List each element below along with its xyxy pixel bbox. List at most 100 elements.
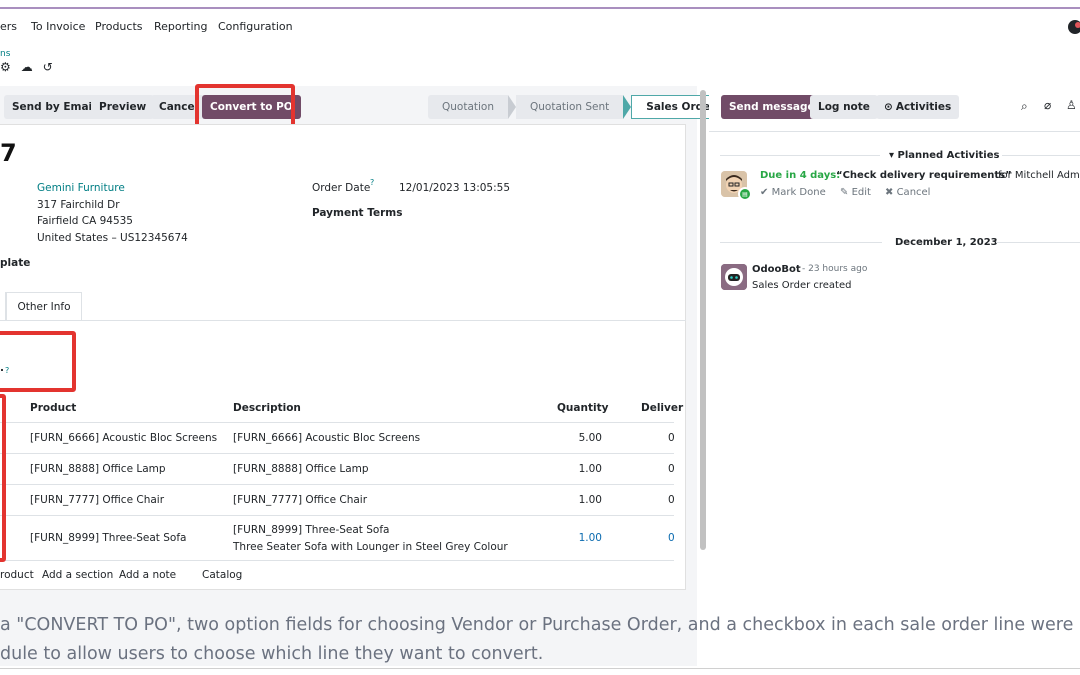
planned-activities-header[interactable]: ▾ Planned Activities — [889, 150, 999, 161]
line-delivered: 0 — [668, 463, 675, 475]
stage-separator — [623, 95, 632, 119]
edit-activity-button[interactable]: ✎ Edit — [840, 187, 871, 198]
send-by-email-button[interactable]: Send by Email — [4, 95, 104, 119]
nav-item-orders[interactable]: ers — [0, 20, 17, 33]
message-time: - 23 hours ago — [802, 264, 868, 274]
top-accent-rule — [0, 7, 1080, 9]
caption-text: a "CONVERT TO PO", two option fields for… — [0, 611, 1073, 669]
breadcrumb-parent[interactable]: ns — [0, 49, 10, 59]
add-note-link[interactable]: Add a note — [119, 569, 176, 581]
pencil-icon: ✎ — [840, 187, 849, 198]
user-avatar[interactable] — [1068, 20, 1080, 34]
customer-street: 317 Fairchild Dr — [37, 199, 120, 211]
chatter-top-divider — [709, 131, 1080, 132]
form-scrollbar[interactable] — [700, 90, 706, 550]
activities-button-label: Activities — [895, 101, 952, 113]
line-delivered: 0 — [668, 432, 675, 444]
check-icon: ✔ — [760, 187, 769, 198]
add-product-link[interactable]: roduct — [0, 569, 34, 581]
date-separator-label: December 1, 2023 — [895, 237, 998, 248]
caption-line-1: a "CONVERT TO PO", two option fields for… — [0, 615, 1074, 635]
stage-quotation[interactable]: Quotation — [428, 95, 509, 119]
preview-button[interactable]: Preview — [91, 95, 155, 119]
line-quantity[interactable]: 1.00 — [560, 494, 602, 506]
order-date-value[interactable]: 12/01/2023 13:05:55 — [399, 182, 510, 194]
cloud-save-icon[interactable]: ☁ — [21, 61, 33, 73]
cross-icon: ✖ — [885, 187, 894, 198]
order-title: 7 — [0, 139, 17, 167]
catalog-link[interactable]: Catalog — [202, 569, 242, 581]
payment-terms-label: Payment Terms — [312, 207, 403, 219]
row-divider — [0, 515, 674, 516]
stage-quotation-sent[interactable]: Quotation Sent — [516, 95, 624, 119]
followers-icon[interactable]: ♙ — [1066, 98, 1077, 112]
date-separator-rule-left — [720, 242, 882, 243]
search-icon[interactable]: ⌕ — [1021, 99, 1028, 114]
line-description[interactable]: [FURN_8999] Three-Seat Sofa — [233, 524, 389, 536]
customer-name-link[interactable]: Gemini Furniture — [37, 182, 125, 194]
cancel-button[interactable]: Cancel — [151, 95, 207, 119]
column-header-product[interactable]: Product — [30, 402, 76, 414]
line-quantity[interactable]: 5.00 — [560, 432, 602, 444]
customer-country: United States – US12345674 — [37, 232, 188, 244]
tab-other-info[interactable]: Other Info — [6, 292, 82, 321]
nav-item-configuration[interactable]: Configuration — [218, 20, 293, 33]
top-navbar: ers To Invoice Products Reporting Config… — [0, 10, 1080, 42]
row-divider — [0, 560, 674, 561]
line-delivered: 0 — [668, 532, 675, 544]
planned-activities-rule-left — [720, 155, 880, 156]
vendor-po-field-label: . — [0, 362, 4, 374]
row-divider — [0, 422, 674, 423]
line-description[interactable]: [FURN_8888] Office Lamp — [233, 463, 369, 475]
nav-item-to-invoice[interactable]: To Invoice — [31, 20, 85, 33]
record-controls: ⚙ ☁ ↺ — [0, 61, 53, 73]
tab-order-lines-edge[interactable] — [0, 292, 6, 321]
line-product[interactable]: [FURN_7777] Office Chair — [30, 494, 164, 506]
status-bar: Quotation Quotation Sent Sales Order — [428, 95, 731, 119]
row-divider — [0, 484, 674, 485]
planned-activities-rule-right — [1002, 155, 1080, 156]
clock-icon: ⊙ — [884, 101, 893, 113]
nav-item-reporting[interactable]: Reporting — [154, 20, 207, 33]
planned-activities-label: Planned Activities — [897, 150, 1000, 161]
vendor-po-help-icon[interactable]: ? — [5, 366, 9, 375]
activity-summary: “Check delivery requirements” — [836, 170, 1012, 181]
line-description-detail[interactable]: Three Seater Sofa with Lounger in Steel … — [233, 541, 508, 553]
odoobot-avatar[interactable] — [721, 264, 747, 290]
customer-city: Fairfield CA 94535 — [37, 215, 133, 227]
line-product[interactable]: [FURN_6666] Acoustic Bloc Screens — [30, 432, 217, 444]
line-quantity[interactable]: 1.00 — [560, 463, 602, 475]
line-product[interactable]: [FURN_8888] Office Lamp — [30, 463, 166, 475]
log-note-button[interactable]: Log note — [810, 95, 878, 119]
order-date-label: Order Date — [312, 182, 371, 194]
quotation-template-label: plate — [0, 257, 31, 269]
gear-icon[interactable]: ⚙ — [0, 61, 11, 73]
nav-item-products[interactable]: Products — [95, 20, 143, 33]
message-author[interactable]: OdooBot — [752, 264, 801, 275]
column-header-delivered[interactable]: Deliver — [641, 402, 683, 414]
line-description[interactable]: [FURN_7777] Office Chair — [233, 494, 367, 506]
activities-button[interactable]: ⊙ Activities — [876, 95, 960, 119]
column-header-description[interactable]: Description — [233, 402, 301, 414]
cancel-activity-label: Cancel — [896, 187, 931, 198]
paperclip-icon[interactable]: ⌀ — [1044, 98, 1051, 112]
column-header-quantity[interactable]: Quantity — [557, 402, 608, 414]
line-description[interactable]: [FURN_6666] Acoustic Bloc Screens — [233, 432, 420, 444]
activity-type-icon: ▤ — [738, 187, 752, 201]
discard-icon[interactable]: ↺ — [43, 61, 53, 73]
line-delivered: 0 — [668, 494, 675, 506]
convert-to-po-button[interactable]: Convert to PO — [202, 95, 301, 119]
cancel-activity-button[interactable]: ✖ Cancel — [885, 187, 930, 198]
line-quantity[interactable]: 1.00 — [560, 532, 602, 544]
mark-done-button[interactable]: ✔ Mark Done — [760, 187, 826, 198]
send-message-button[interactable]: Send message — [721, 95, 823, 119]
activity-assignee: for Mitchell Admi — [998, 170, 1080, 181]
line-product[interactable]: [FURN_8999] Three-Seat Sofa — [30, 532, 186, 544]
order-date-help-icon[interactable]: ? — [370, 178, 374, 187]
bottom-rule — [0, 668, 1080, 669]
message-body: Sales Order created — [752, 280, 852, 291]
add-section-link[interactable]: Add a section — [42, 569, 113, 581]
mark-done-label: Mark Done — [771, 187, 826, 198]
date-separator-rule-right — [996, 242, 1080, 243]
activity-due-label: Due in 4 days: — [760, 170, 841, 181]
